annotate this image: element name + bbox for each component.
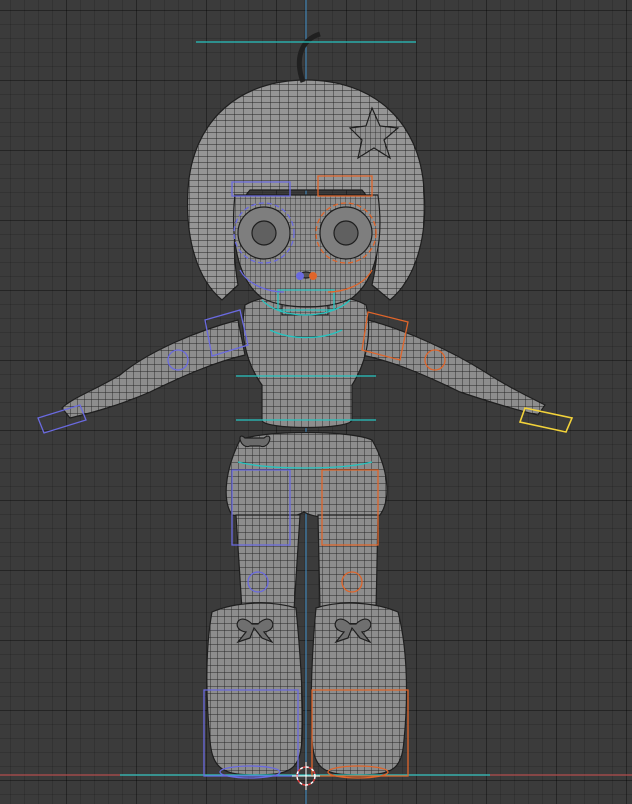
scene-canvas[interactable] (0, 0, 632, 804)
3d-cursor[interactable] (292, 762, 320, 790)
character-mesh[interactable] (61, 31, 546, 776)
waist-ribbon (239, 435, 271, 448)
right-leg-mesh[interactable] (317, 514, 379, 611)
hair-sprout (296, 31, 321, 83)
left-arm-mesh[interactable] (61, 319, 246, 419)
left-nose-control[interactable] (296, 272, 304, 280)
left-pupil (251, 220, 277, 246)
right-pupil (333, 220, 359, 246)
right-arm-mesh[interactable] (361, 319, 546, 416)
right-nose-control[interactable] (309, 272, 317, 280)
3d-viewport[interactable] (0, 0, 632, 804)
